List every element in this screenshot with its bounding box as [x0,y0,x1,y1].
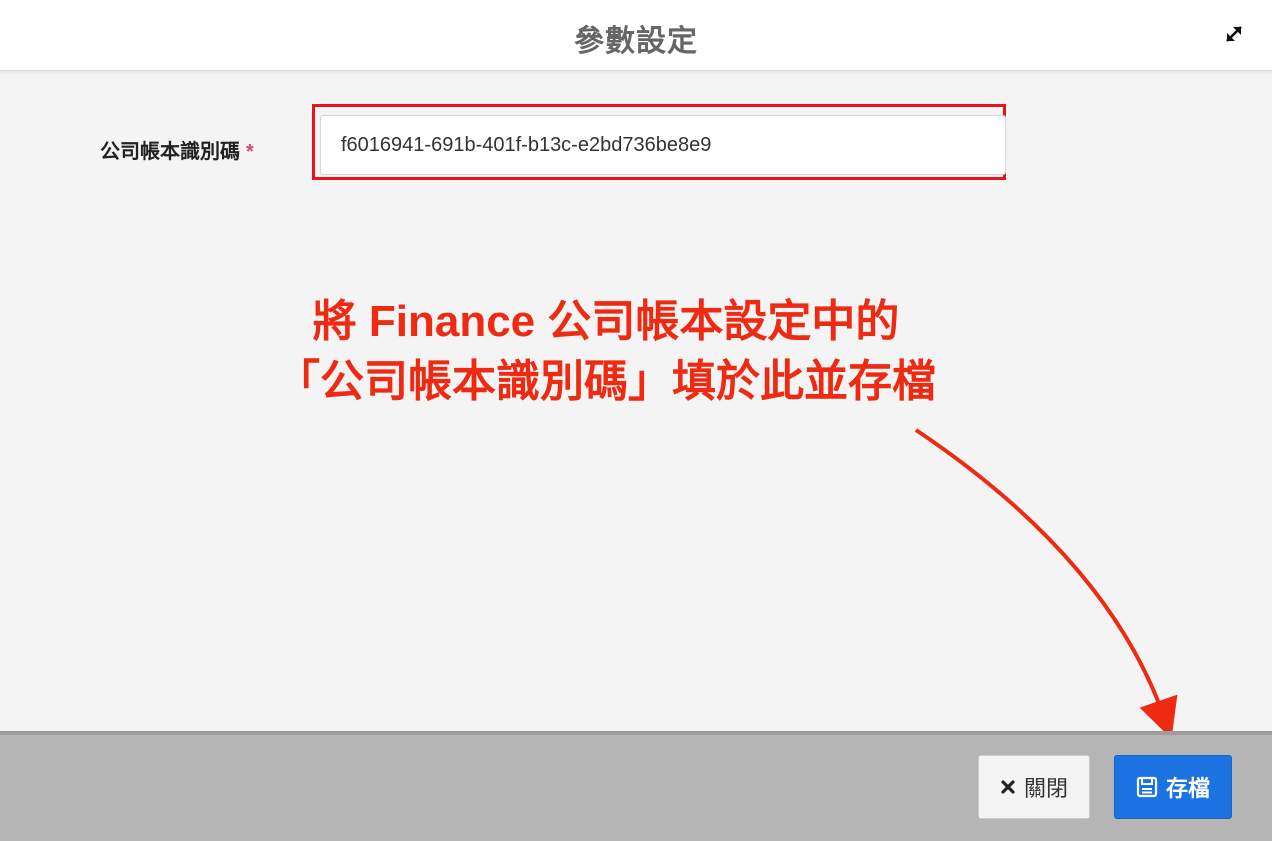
close-button[interactable]: 關閉 [978,755,1090,819]
modal-header: 參數設定 [0,0,1272,71]
annotation-line-2: 「公司帳本識別碼」填於此並存檔 [276,357,936,406]
parameter-settings-modal: 參數設定 公司帳本識別碼 * 將 Finance 公司帳本設定中的 「公司帳本識別… [0,0,1272,841]
modal-title: 參數設定 [574,25,698,58]
close-icon [1000,779,1016,795]
save-button[interactable]: 存檔 [1114,755,1232,819]
modal-footer: 關閉 存檔 [0,731,1272,841]
floppy-disk-icon [1136,776,1158,798]
required-mark: * [246,141,254,163]
save-button-label: 存檔 [1165,776,1210,801]
close-button-label: 關閉 [1023,776,1068,801]
ledger-id-label-text: 公司帳本識別碼 [100,141,240,163]
expand-icon[interactable] [1222,22,1246,46]
ledger-id-label: 公司帳本識別碼 * [100,135,254,164]
annotation-line-1: 將 Finance 公司帳本設定中的 [312,297,900,346]
ledger-id-input[interactable] [320,115,1006,175]
